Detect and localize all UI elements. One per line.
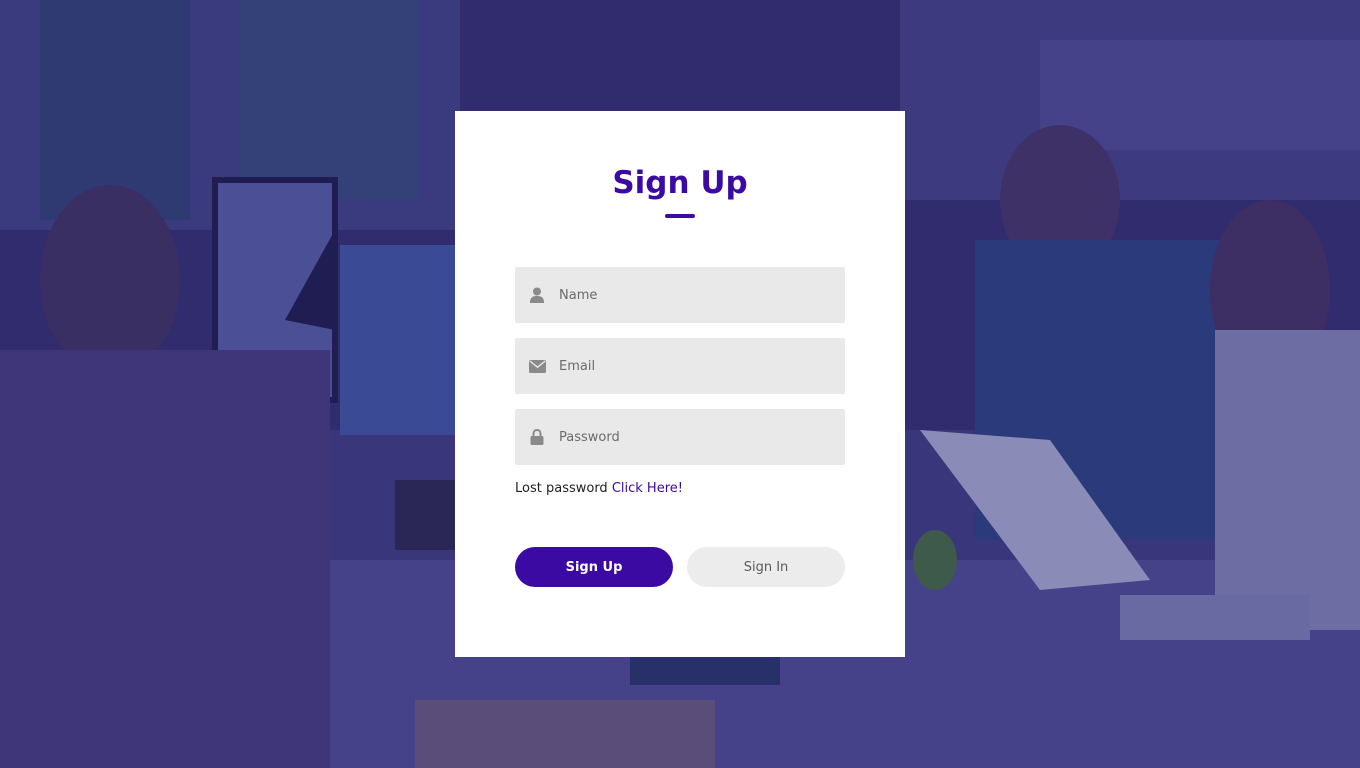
lost-password-text: Lost password Click Here!	[515, 481, 683, 496]
signup-button[interactable]: Sign Up	[515, 547, 673, 587]
password-field[interactable]	[515, 409, 845, 465]
email-input[interactable]	[559, 338, 845, 394]
lost-password-label: Lost password	[515, 481, 612, 496]
lost-password-link[interactable]: Click Here!	[612, 481, 683, 496]
signup-card: Sign Up Lost password	[455, 111, 905, 657]
name-input[interactable]	[559, 267, 845, 323]
lock-icon	[515, 409, 559, 465]
signin-button[interactable]: Sign In	[687, 547, 845, 587]
user-icon	[515, 267, 559, 323]
password-input[interactable]	[559, 409, 845, 465]
email-field[interactable]	[515, 338, 845, 394]
title-underline	[665, 214, 695, 218]
page-title: Sign Up	[612, 165, 748, 201]
envelope-icon	[515, 338, 559, 394]
name-field[interactable]	[515, 267, 845, 323]
